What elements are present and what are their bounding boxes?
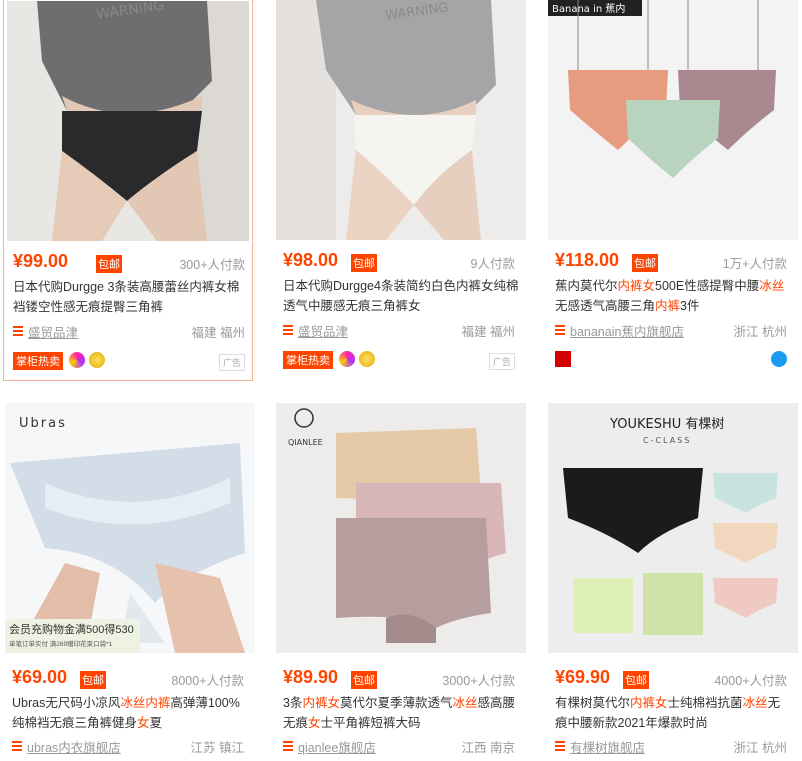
promo-title: 会员充购物金满500得530 [9, 624, 134, 636]
promo-subtitle: 单笔订单实付 满269赠印花束口袋*1 [9, 641, 113, 648]
tag-row [555, 351, 787, 369]
shop-icon [12, 741, 22, 751]
product-image[interactable]: Banana in 蕉内 [548, 0, 798, 240]
price-row: ¥99.00 包邮 300+人付款 [13, 251, 245, 273]
product-image[interactable]: QIANLEE [276, 403, 526, 653]
free-shipping-badge: 包邮 [96, 255, 122, 273]
product-image[interactable]: WARNING [276, 0, 526, 240]
product-card[interactable]: Banana in 蕉内 ¥118.00 包邮 1万+人付款 蕉内莫代尔内裤女5… [546, 0, 798, 381]
location: 福建 福州 [461, 325, 515, 339]
location: 福建 福州 [191, 326, 245, 340]
sold-count: 300+人付款 [179, 258, 245, 272]
product-title[interactable]: 3条内裤女莫代尔夏季薄款透气冰丝感高腰无痕女士平角裤短裤大码 [283, 693, 519, 733]
price: ¥118.00 [555, 250, 620, 270]
ad-label: 广告 [218, 354, 245, 371]
free-shipping-badge: 包邮 [80, 671, 106, 689]
free-shipping-badge: 包邮 [351, 671, 377, 689]
shop-row: ubras内衣旗舰店 江苏 镇江 [12, 737, 244, 755]
product-title[interactable]: 日本代购Durgge 3条装高腰蕾丝内裤女棉裆镂空性感无痕提臀三角裤 [13, 277, 249, 317]
price-row: ¥89.90 包邮 3000+人付款 [283, 667, 515, 689]
product-title[interactable]: Ubras无尺码小凉风冰丝内裤高弹薄100%纯棉裆无痕三角裤健身女夏 [12, 693, 248, 733]
product-image[interactable]: Ubras 会员充购物金满500得530 单笔订单实付 满269赠印花束口袋*1 [5, 403, 255, 653]
product-card[interactable]: YOUKESHU 有棵树 C-CLASS ¥69.90 包邮 4000+人付款 … [546, 403, 798, 761]
sold-count: 8000+人付款 [171, 674, 244, 688]
price-row: ¥118.00 包邮 1万+人付款 [555, 250, 787, 272]
sold-count: 9人付款 [470, 257, 515, 271]
free-shipping-badge: 包邮 [623, 671, 649, 689]
brand-subtext: C-CLASS [643, 436, 691, 445]
sold-count: 3000+人付款 [442, 674, 515, 688]
location: 浙江 杭州 [733, 325, 787, 339]
product-title[interactable]: 日本代购Durgge4条装简约白色内裤女纯棉透气中腰感无痕三角裤女 [283, 276, 519, 316]
tmall-icon [555, 351, 571, 367]
price-row: ¥98.00 包邮 9人付款 [283, 250, 515, 272]
location: 江西 南京 [461, 741, 515, 755]
tag-row: 掌柜热卖 广告 [13, 352, 245, 371]
product-title[interactable]: 有棵树莫代尔内裤女士纯棉裆抗菌冰丝无痕中腰新款2021年爆款时尚 [555, 693, 791, 733]
price: ¥99.00 [13, 251, 69, 271]
shop-icon [555, 741, 565, 751]
shop-row: qianlee旗舰店 江西 南京 [283, 737, 515, 755]
shop-name-link[interactable]: qianlee旗舰店 [298, 737, 376, 756]
product-card[interactable]: WARNING ¥98.00 包邮 9人付款 日本代购Durgge4条装简约白色… [274, 0, 526, 381]
promo-banner[interactable]: 会员充购物金满500得530 单笔订单实付 满269赠印花束口袋*1 [5, 619, 140, 653]
ad-label: 广告 [488, 353, 515, 370]
product-image[interactable]: WARNING [7, 1, 249, 241]
shop-row: 盛贸品津 福建 福州 [13, 322, 245, 340]
product-card[interactable]: Ubras 会员充购物金满500得530 单笔订单实付 满269赠印花束口袋*1… [3, 403, 255, 761]
shop-icon [13, 326, 23, 336]
shopkeeper-hot-tag: 掌柜热卖 [283, 351, 333, 369]
sold-count: 1万+人付款 [722, 257, 787, 271]
product-title[interactable]: 蕉内莫代尔内裤女500E性感提臀中腰冰丝无感透气高腰三角内裤3件 [555, 276, 791, 316]
price: ¥69.90 [555, 667, 611, 687]
price: ¥69.00 [12, 667, 68, 687]
brand-logo-text: YOUKESHU 有棵树 [609, 417, 724, 432]
shop-row: 盛贸品津 福建 福州 [283, 321, 515, 339]
product-image[interactable]: YOUKESHU 有棵树 C-CLASS [548, 403, 798, 653]
brand-logo-text: QIANLEE [288, 438, 323, 447]
rainbow-icon [339, 351, 355, 367]
product-card[interactable]: QIANLEE ¥89.90 包邮 3000+人付款 3条内裤女莫代尔夏季薄款透… [274, 403, 526, 761]
shop-name-link[interactable]: 盛贸品津 [28, 322, 78, 341]
shop-name-link[interactable]: bananain蕉内旗舰店 [570, 321, 684, 340]
blue-badge-icon [771, 351, 787, 367]
price-row: ¥69.90 包邮 4000+人付款 [555, 667, 787, 689]
free-shipping-badge: 包邮 [351, 254, 377, 272]
gold-medal-icon [359, 351, 375, 367]
gold-medal-icon [89, 352, 105, 368]
shop-icon [283, 325, 293, 335]
sold-count: 4000+人付款 [714, 674, 787, 688]
brand-logo-text: Ubras [19, 416, 67, 431]
shop-row: bananain蕉内旗舰店 浙江 杭州 [555, 321, 787, 339]
shop-icon [555, 325, 565, 335]
price: ¥98.00 [283, 250, 339, 270]
shop-icon [283, 741, 293, 751]
shop-name-link[interactable]: 盛贸品津 [298, 321, 348, 340]
brand-logo-text: Banana in 蕉内 [552, 2, 625, 15]
shop-name-link[interactable]: 有棵树旗舰店 [570, 737, 645, 756]
product-card[interactable]: WARNING ¥99.00 包邮 300+人付款 日本代购Durgge 3条装… [3, 0, 253, 381]
shop-name-link[interactable]: ubras内衣旗舰店 [27, 737, 121, 756]
shopkeeper-hot-tag: 掌柜热卖 [13, 352, 63, 370]
tag-row: 掌柜热卖 广告 [283, 351, 515, 370]
location: 江苏 镇江 [190, 741, 244, 755]
price-row: ¥69.00 包邮 8000+人付款 [12, 667, 244, 689]
price: ¥89.90 [283, 667, 339, 687]
shop-row: 有棵树旗舰店 浙江 杭州 [555, 737, 787, 755]
location: 浙江 杭州 [733, 741, 787, 755]
free-shipping-badge: 包邮 [632, 254, 658, 272]
rainbow-icon [69, 352, 85, 368]
